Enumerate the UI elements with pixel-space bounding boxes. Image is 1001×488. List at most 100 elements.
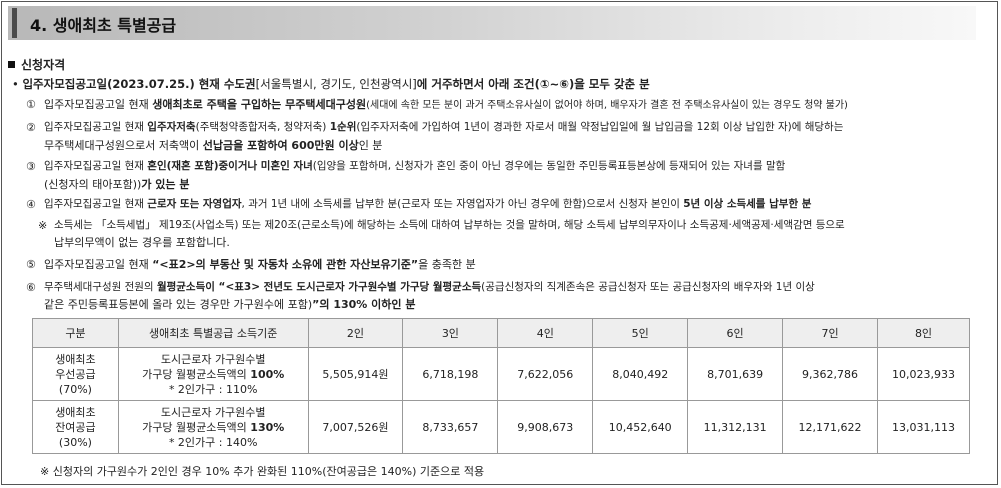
table-header: 3인 xyxy=(402,318,499,348)
text-segment: (입양을 포함하며, 신청자가 혼인 중이 아닌 경우에는 동일한 주민등록표등… xyxy=(312,160,786,172)
table-header: 7인 xyxy=(782,318,878,348)
table-cell: 6,718,198 xyxy=(402,347,499,401)
text-segment: 1순위 xyxy=(329,121,357,133)
table-row: 생애최초 우선공급 (70%) 도시근로자 가구원수별 가구당 월평균소득액의 … xyxy=(32,347,970,401)
row-category: 생애최초 우선공급 (70%) xyxy=(32,347,119,401)
condition-6-line-2: 같은 주민등록표등본에 올라 있는 경우만 가구원수에 포함)”의 130% 이… xyxy=(44,296,415,313)
table-cell: 8,701,639 xyxy=(687,347,784,401)
table-header: 구분 xyxy=(32,318,119,348)
table-cell: 8,040,492 xyxy=(592,347,689,401)
table-cell: 10,023,933 xyxy=(877,347,970,401)
criteria-line: 가구당 월평균소득액의 100% xyxy=(119,367,308,382)
table-header: 6인 xyxy=(687,318,784,348)
condition-marker-6: ⑥ xyxy=(26,281,36,294)
text-segment: 같은 주민등록표등본에 올라 있는 경우만 가구원수에 포함) xyxy=(44,298,313,311)
table-cell: 7,007,526원 xyxy=(307,400,404,454)
text-segment: 무주택세대구성원 전원의 xyxy=(44,281,157,293)
row-criteria: 도시근로자 가구원수별 가구당 월평균소득액의 130% * 2인가구 : 14… xyxy=(117,400,309,454)
text-segment: ”의 130% 이하인 분 xyxy=(312,298,416,311)
table-cell: 12,171,622 xyxy=(782,400,878,454)
table-cell: 9,362,786 xyxy=(782,347,878,401)
condition-2-line-1: 입주자모집공고일 현재 입주자저축(주택청약종합저축, 청약저축) 1순위(입주… xyxy=(44,119,843,136)
condition-5: 입주자모집공고일 현재 “<표2>의 부동산 및 자동차 소유에 관한 자산보유… xyxy=(44,256,476,273)
bottom-note: ※ 신청자의 가구원수가 2인인 경우 10% 추가 완화된 110%(잔여공급… xyxy=(40,465,485,478)
text-segment: 입주자모집공고일 현재 xyxy=(44,98,153,111)
text-segment: , 과거 1년 내에 소득세를 납부한 분(근로자 또는 자영업자가 아닌 경우… xyxy=(241,198,684,210)
text-segment: (주택청약종합저축, 청약저축) xyxy=(195,121,330,133)
text-segment: 인 분 xyxy=(358,139,383,152)
table-header: 2인 xyxy=(307,318,404,348)
text-segment: (공급신청자의 직계존속은 공급신청자 또는 공급신청자의 배우자와 1년 이상 xyxy=(481,281,815,293)
text-segment: 가 있는 분 xyxy=(141,178,190,191)
square-bullet-icon xyxy=(8,61,15,68)
table-cell: 11,312,131 xyxy=(687,400,784,454)
text-segment: 월평균소득이 xyxy=(156,281,215,293)
text-segment: 입주자모집공고일 현재 xyxy=(44,198,148,210)
condition-marker-4: ④ xyxy=(26,198,36,211)
row-criteria: 도시근로자 가구원수별 가구당 월평균소득액의 100% * 2인가구 : 11… xyxy=(117,347,309,401)
text-segment: 선납금을 포함하여 600만원 이상 xyxy=(202,139,359,152)
text-segment: (신청자의 태아포함)) xyxy=(44,178,142,191)
text-segment: 가구당 월평균소득액의 xyxy=(142,367,251,381)
text-segment: 입주자모집공고일 현재 xyxy=(44,258,153,271)
condition-4: 입주자모집공고일 현재 근로자 또는 자영업자, 과거 1년 내에 소득세를 납… xyxy=(44,196,811,213)
criteria-line: * 2인가구 : 140% xyxy=(168,435,258,449)
main-rule-part-b: [서울특별시, 경기도, 인천광역시] xyxy=(255,77,417,91)
main-rule-part-a: 입주자모집공고일(2023.07.25.) 현재 수도권 xyxy=(22,77,256,91)
condition-1: 입주자모집공고일 현재 생애최초로 주택을 구입하는 무주택세대구성원(세대에 … xyxy=(44,96,848,114)
text-segment: <표3> 전년도 도시근로자 가구원수별 가구당 월평균소득 xyxy=(225,281,482,293)
table-cell: 13,031,113 xyxy=(877,400,970,454)
text-segment: 근로자 또는 자영업자 xyxy=(147,198,242,210)
condition-3-line-1: 입주자모집공고일 현재 혼인(재혼 포함)중이거나 미혼인 자녀(입양을 포함하… xyxy=(44,158,785,175)
tax-note-line-1: 소득세는 「소득세법」 제19조(사업소득) 또는 제20조(근로소득)에 해당… xyxy=(54,219,845,231)
row-category: 생애최초 잔여공급 (30%) xyxy=(32,400,119,454)
tax-note-line-2: 납부의무액이 없는 경우를 포함합니다. xyxy=(54,236,230,249)
condition-marker-3: ③ xyxy=(26,160,36,173)
condition-marker-2: ② xyxy=(26,121,36,134)
main-rule-part-c: 에 거주하면서 아래 조건(①~⑥)을 모두 갖춘 분 xyxy=(416,77,650,91)
condition-3-line-2: (신청자의 태아포함))가 있는 분 xyxy=(44,176,189,193)
page-title: 4. 생애최초 특별공급 xyxy=(30,16,177,35)
title-accent xyxy=(12,8,17,38)
text-segment: 5년 이상 소득세를 납부한 분 xyxy=(683,198,812,210)
bullet-icon: • xyxy=(12,77,19,91)
text-segment: 입주자모집공고일 현재 xyxy=(44,121,148,133)
category-line: 우선공급 xyxy=(55,367,96,381)
table-cell: 8,733,657 xyxy=(402,400,499,454)
condition-marker-5: ⑤ xyxy=(26,258,36,271)
income-criteria-table: 구분 생애최초 특별공급 소득기준 2인 3인 4인 5인 6인 7인 8인 생… xyxy=(32,318,970,454)
category-line: (70%) xyxy=(58,382,92,396)
text-segment: 혼인(재혼 포함)중이거나 미혼인 자녀 xyxy=(147,160,313,172)
text-segment: “ xyxy=(214,281,226,293)
criteria-line: * 2인가구 : 110% xyxy=(168,382,258,396)
text-segment: 을 충족한 분 xyxy=(418,258,476,271)
table-header: 생애최초 특별공급 소득기준 xyxy=(117,318,309,348)
criteria-line: 가구당 월평균소득액의 130% xyxy=(119,420,308,435)
text-segment: 130% xyxy=(250,420,285,434)
table-cell: 5,505,914원 xyxy=(307,347,404,401)
table-header: 4인 xyxy=(497,318,594,348)
text-segment: 생애최초로 주택을 구입하는 무주택세대구성원 xyxy=(152,98,367,111)
condition-6-line-1: 무주택세대구성원 전원의 월평균소득이 “<표3> 전년도 도시근로자 가구원수… xyxy=(44,279,815,296)
text-segment: 입주자저축 xyxy=(147,121,196,133)
text-segment: 100% xyxy=(250,367,285,381)
criteria-line: 도시근로자 가구원수별 xyxy=(160,352,266,366)
table-header: 5인 xyxy=(592,318,689,348)
category-line: 생애최초 xyxy=(55,405,96,419)
criteria-line: 도시근로자 가구원수별 xyxy=(160,405,266,419)
text-segment: 가구당 월평균소득액의 xyxy=(142,420,251,434)
table-cell: 7,622,056 xyxy=(497,347,594,401)
category-line: (30%) xyxy=(58,435,92,449)
section-heading: 신청자격 xyxy=(8,56,65,73)
condition-marker-1: ① xyxy=(26,98,36,111)
text-segment: 무주택세대구성원으로서 저축액이 xyxy=(44,139,203,152)
section-heading-label: 신청자격 xyxy=(21,58,66,72)
text-segment: 입주자모집공고일 현재 xyxy=(44,160,148,172)
main-rule: • 입주자모집공고일(2023.07.25.) 현재 수도권[서울특별시, 경기… xyxy=(12,76,650,93)
text-segment: (세대에 속한 모든 분이 과거 주택소유사실이 없어야 하며, 배우자가 결혼… xyxy=(366,100,848,111)
table-header-row: 구분 생애최초 특별공급 소득기준 2인 3인 4인 5인 6인 7인 8인 xyxy=(32,318,970,348)
category-line: 잔여공급 xyxy=(55,420,96,434)
text-segment: (입주자저축에 가입하여 1년이 경과한 자로서 매월 약정납입일에 월 납입금… xyxy=(356,121,844,133)
condition-2-line-2: 무주택세대구성원으로서 저축액이 선납금을 포함하여 600만원 이상인 분 xyxy=(44,137,382,154)
text-segment: “<표2>의 부동산 및 자동차 소유에 관한 자산보유기준” xyxy=(152,258,419,271)
